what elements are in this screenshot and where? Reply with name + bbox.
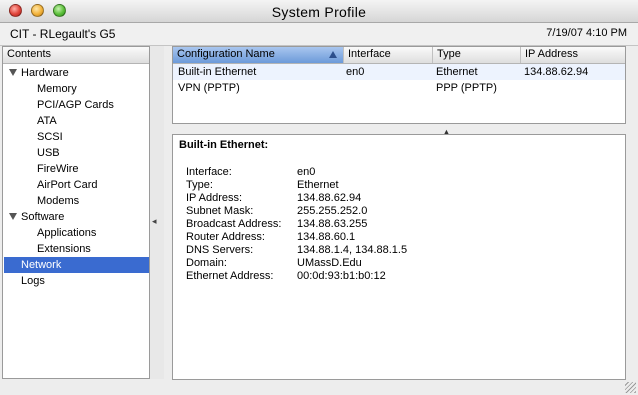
sort-ascending-icon [329,51,337,58]
detail-panel: Built-in Ethernet: Interface: en0 Type: … [172,134,626,380]
table-row[interactable]: Built-in Ethernet en0 Ethernet 134.88.62… [173,64,625,80]
system-profile-window: System Profile CIT - RLegault's G5 7/19/… [0,0,638,395]
cell-type: PPP (PPTP) [436,82,497,94]
sidebar-item-applications[interactable]: Applications [37,225,96,241]
sidebar-item-label: Hardware [21,67,69,79]
sidebar-item-network[interactable]: Network [4,257,149,273]
prop-value-type: Ethernet [297,179,339,191]
prop-value-subnet-mask: 255.255.252.0 [297,205,368,217]
prop-value-ip-address: 134.88.62.94 [297,192,362,204]
sidebar-item-software[interactable]: Software [9,209,64,225]
prop-label-type: Type: [186,179,213,191]
prop-label-broadcast-address: Broadcast Address: [186,218,282,230]
prop-label-domain: Domain: [186,257,227,269]
table-header: Configuration Name Interface Type IP Add… [173,47,625,64]
column-header-interface[interactable]: Interface [344,47,433,63]
sidebar-item-modems[interactable]: Modems [37,193,79,209]
report-datetime: 7/19/07 4:10 PM [546,27,627,39]
prop-value-router-address: 134.88.60.1 [297,231,356,243]
cell-type: Ethernet [436,66,478,78]
table-row[interactable]: VPN (PPTP) PPP (PPTP) [173,80,625,96]
title-bar[interactable]: System Profile [0,0,638,23]
prop-label-dns-servers: DNS Servers: [186,244,254,256]
column-header-configuration-name[interactable]: Configuration Name [173,47,344,63]
detail-title: Built-in Ethernet: [179,139,269,151]
column-header-type[interactable]: Type [433,47,521,63]
cell-ip-address [520,80,524,96]
prop-label-ip-address: IP Address: [186,192,243,204]
cell-configuration-name: Built-in Ethernet [178,66,257,78]
machine-name: CIT - RLegault's G5 [10,27,116,41]
resize-grip-icon[interactable] [625,382,636,393]
sidebar-item-logs[interactable]: Logs [21,273,45,289]
sidebar-item-label: Software [21,211,65,223]
sidebar-item-usb[interactable]: USB [37,145,60,161]
prop-value-dns-servers: 134.88.1.4, 134.88.1.5 [297,244,408,256]
contents-sidebar: Contents Hardware Memory PCI/AGP Cards A… [2,46,150,379]
prop-value-broadcast-address: 134.88.63.255 [297,218,368,230]
sidebar-item-ata[interactable]: ATA [37,113,57,129]
cell-configuration-name: VPN (PPTP) [178,82,240,94]
splitter-grip-icon[interactable]: ◂ [152,216,157,227]
window-title: System Profile [271,4,367,20]
pane-splitter[interactable]: ◂ [150,46,164,379]
prop-label-router-address: Router Address: [186,231,265,243]
prop-label-interface: Interface: [186,166,232,178]
info-bar: CIT - RLegault's G5 7/19/07 4:10 PM [0,23,638,46]
sidebar-item-hardware[interactable]: Hardware [9,65,69,81]
prop-value-ethernet-address: 00:0d:93:b1:b0:12 [297,270,386,282]
cell-interface: en0 [346,66,365,78]
sidebar-item-pci-agp-cards[interactable]: PCI/AGP Cards [37,97,114,113]
cell-ip-address: 134.88.62.94 [524,66,589,78]
disclosure-triangle-icon[interactable] [9,69,17,76]
prop-label-ethernet-address: Ethernet Address: [186,270,274,282]
prop-label-subnet-mask: Subnet Mask: [186,205,254,217]
column-header-label: Configuration Name [177,48,275,60]
prop-value-domain: UMassD.Edu [297,257,362,269]
network-configurations-table: Configuration Name Interface Type IP Add… [172,46,626,124]
cell-interface [342,80,346,96]
disclosure-triangle-icon[interactable] [9,213,17,220]
prop-value-interface: en0 [297,166,316,178]
sidebar-item-scsi[interactable]: SCSI [37,129,63,145]
sidebar-item-memory[interactable]: Memory [37,81,77,97]
sidebar-item-extensions[interactable]: Extensions [37,241,91,257]
sidebar-header: Contents [3,47,149,64]
sidebar-item-firewire[interactable]: FireWire [37,161,79,177]
sidebar-item-airport-card[interactable]: AirPort Card [37,177,98,193]
column-header-ip-address[interactable]: IP Address [521,47,625,63]
